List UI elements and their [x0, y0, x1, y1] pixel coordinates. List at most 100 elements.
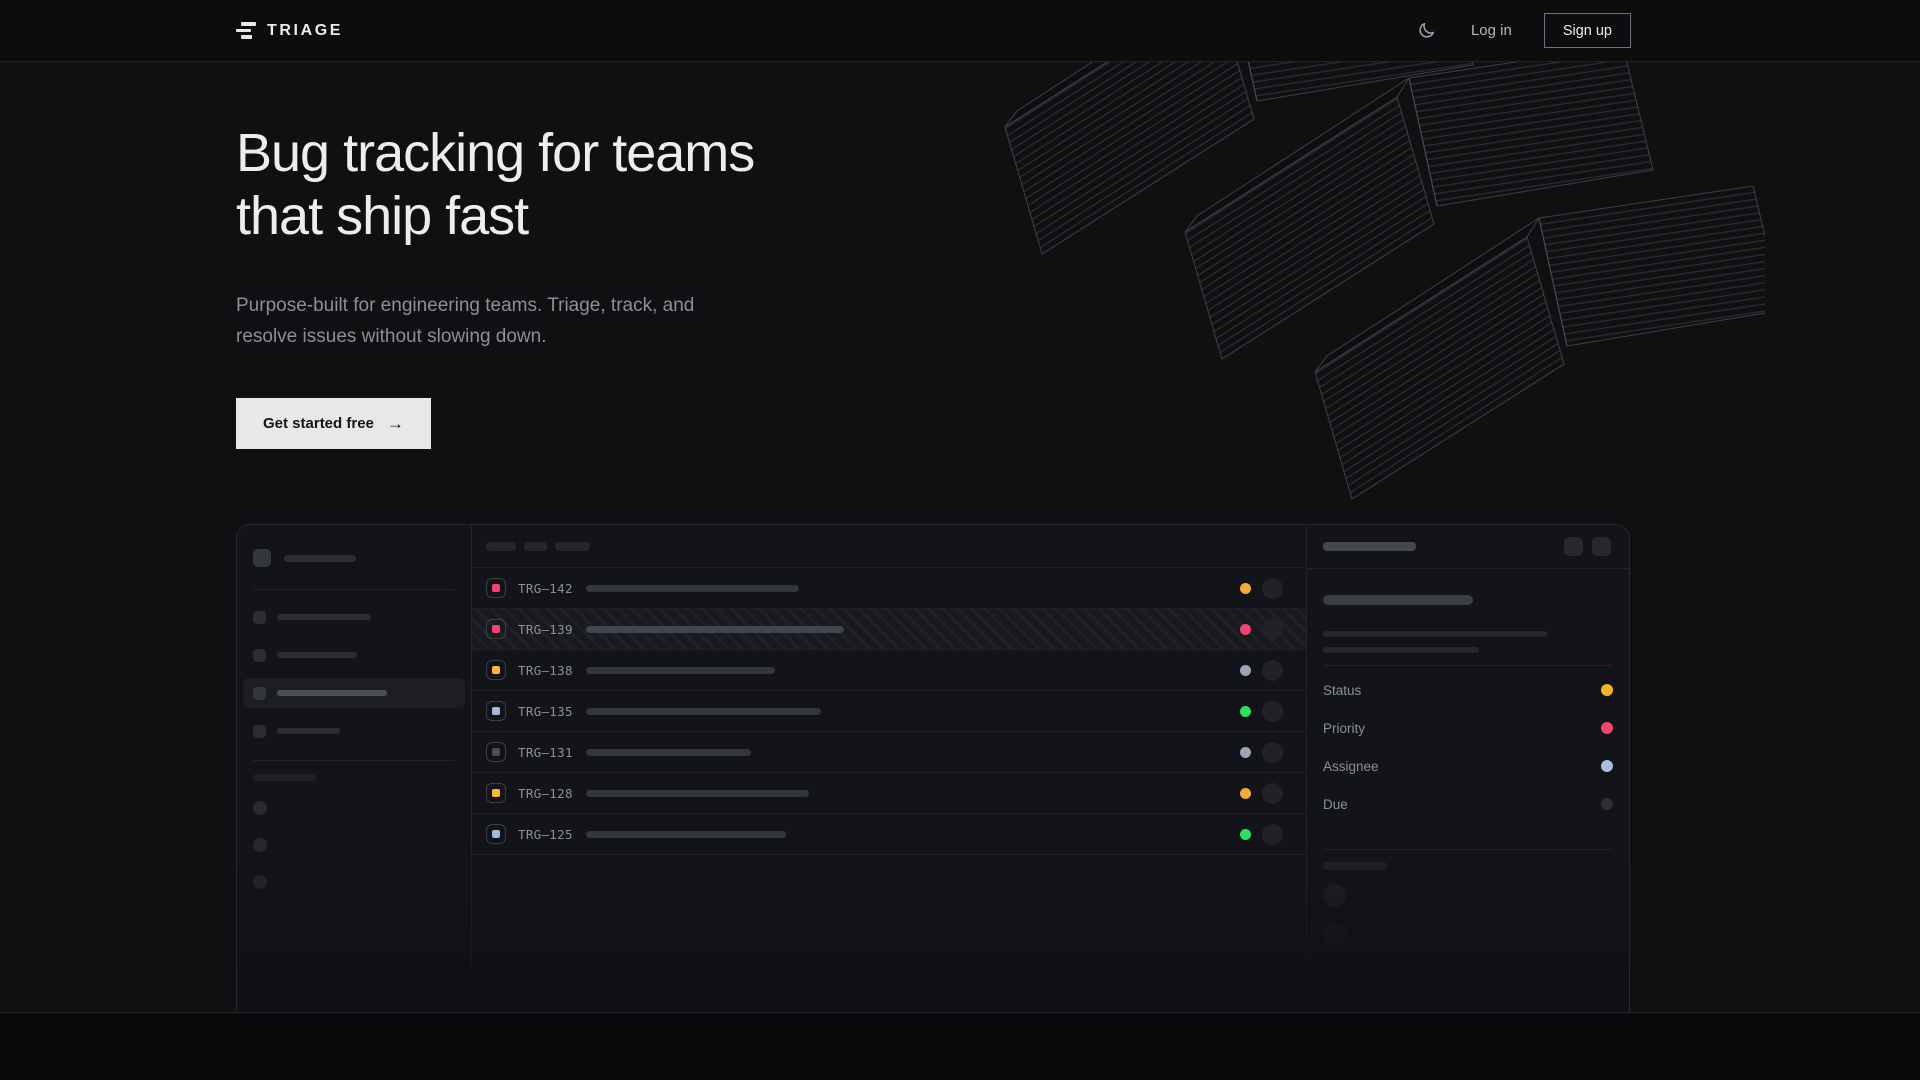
- field-label: Due: [1323, 797, 1348, 812]
- sidebar-divider: [253, 589, 455, 590]
- detail-field-row: Assignee: [1323, 747, 1613, 785]
- sidebar-nav-item: [243, 602, 465, 632]
- detail-action-button-placeholder: [1564, 537, 1583, 556]
- sidebar-nav-item: [243, 716, 465, 746]
- workspace-icon: [253, 549, 271, 567]
- activity-section-placeholder: [1323, 862, 1387, 870]
- logo-icon: [236, 22, 256, 39]
- sidebar-section-placeholder: [253, 774, 316, 781]
- issue-status-dot: [1240, 624, 1251, 635]
- arrow-right-icon: →: [387, 414, 404, 434]
- detail-action-button-placeholder: [1592, 537, 1611, 556]
- detail-divider: [1323, 665, 1613, 666]
- nav-item-label-placeholder: [277, 728, 340, 734]
- nav-item-label-placeholder: [277, 690, 387, 696]
- login-link[interactable]: Log in: [1471, 22, 1512, 39]
- issue-checkbox-chip: [486, 824, 506, 844]
- sidebar-nav-item-active: [243, 678, 465, 708]
- field-value-dot: [1601, 684, 1613, 696]
- filter-pill-placeholder: [524, 542, 547, 551]
- issue-row: TRG–125: [472, 814, 1306, 855]
- detail-fields: Status Priority Assignee Due: [1323, 671, 1613, 823]
- sidebar-nav-item: [243, 640, 465, 670]
- nav-item-icon: [253, 687, 266, 700]
- activity-avatar-placeholder: [1323, 884, 1346, 907]
- sidebar-dot: [253, 801, 267, 815]
- detail-text-placeholder: [1323, 631, 1547, 637]
- issue-row: TRG–131: [472, 732, 1306, 773]
- issue-assignee-avatar: [1262, 578, 1283, 599]
- issue-status-dot: [1240, 747, 1251, 758]
- detail-field-row: Priority: [1323, 709, 1613, 747]
- issue-assignee-avatar: [1262, 783, 1283, 804]
- issue-status-dot: [1240, 829, 1251, 840]
- issue-id: TRG–128: [518, 786, 574, 801]
- filter-pill-placeholder: [555, 542, 590, 551]
- issue-title-placeholder: [586, 831, 786, 838]
- issue-assignee-avatar: [1262, 742, 1283, 763]
- nav-item-icon: [253, 649, 266, 662]
- issue-checkbox-chip: [486, 619, 506, 639]
- issue-id: TRG–125: [518, 827, 574, 842]
- brand[interactable]: TRIAGE: [236, 22, 343, 40]
- detail-text-placeholder: [1323, 647, 1479, 653]
- get-started-button[interactable]: Get started free →: [236, 398, 431, 449]
- detail-field-row: Status: [1323, 671, 1613, 709]
- hero-title-line2: that ship fast: [236, 185, 754, 248]
- issue-checkbox-chip: [486, 701, 506, 721]
- nav-item-label-placeholder: [277, 652, 357, 658]
- hero-subtitle-line1: Purpose-built for engineering teams. Tri…: [236, 290, 694, 321]
- sidebar-dot: [253, 875, 267, 889]
- issue-assignee-avatar: [1262, 619, 1283, 640]
- issue-checkbox-chip: [486, 783, 506, 803]
- issue-row: TRG–142: [472, 568, 1306, 609]
- preview-detail-panel: Status Priority Assignee Due: [1307, 525, 1629, 1013]
- detail-body: Status Priority Assignee Due: [1307, 595, 1629, 946]
- issue-checkbox-chip: [486, 742, 506, 762]
- issue-assignee-avatar: [1262, 824, 1283, 845]
- issue-title-placeholder: [586, 585, 799, 592]
- list-header: [472, 525, 1306, 568]
- app-preview-card: TRG–142 TRG–139 TRG–138: [236, 524, 1630, 1013]
- issue-id: TRG–138: [518, 663, 574, 678]
- issue-status-dot: [1240, 665, 1251, 676]
- navbar: TRIAGE Log in Sign up: [0, 0, 1920, 62]
- issue-title-placeholder: [586, 790, 809, 797]
- detail-header: [1307, 525, 1629, 569]
- moon-icon: [1417, 21, 1436, 40]
- issue-assignee-avatar: [1262, 701, 1283, 722]
- hero-subtitle: Purpose-built for engineering teams. Tri…: [236, 290, 694, 352]
- hero-section: Bug tracking for teams that ship fast Pu…: [0, 62, 1920, 1013]
- detail-breadcrumb-placeholder: [1323, 542, 1416, 551]
- issue-row: TRG–128: [472, 773, 1306, 814]
- issue-title-placeholder: [586, 749, 751, 756]
- activity-avatar-placeholder: [1323, 923, 1346, 946]
- issue-checkbox-chip: [486, 578, 506, 598]
- field-value-dot: [1601, 722, 1613, 734]
- field-value-dot: [1601, 798, 1613, 810]
- issue-id: TRG–139: [518, 622, 574, 637]
- theme-toggle-button[interactable]: [1415, 19, 1439, 43]
- footer: [0, 1013, 1920, 1080]
- detail-title-placeholder: [1323, 595, 1473, 605]
- detail-actions: [1564, 537, 1611, 556]
- preview-issue-list: TRG–142 TRG–139 TRG–138: [471, 525, 1307, 1013]
- field-value-dot: [1601, 760, 1613, 772]
- sidebar-divider: [253, 760, 455, 761]
- sidebar-nav: [253, 602, 455, 746]
- issue-title-placeholder: [586, 626, 844, 633]
- issue-id: TRG–142: [518, 581, 574, 596]
- issue-title-placeholder: [586, 667, 775, 674]
- issue-id: TRG–135: [518, 704, 574, 719]
- field-label: Status: [1323, 683, 1361, 698]
- issue-row: TRG–135: [472, 691, 1306, 732]
- detail-divider: [1323, 849, 1613, 850]
- field-label: Priority: [1323, 721, 1365, 736]
- hero-subtitle-line2: resolve issues without slowing down.: [236, 321, 694, 352]
- signup-button[interactable]: Sign up: [1544, 13, 1631, 48]
- hero-title-line1: Bug tracking for teams: [236, 122, 754, 185]
- nav-item-icon: [253, 725, 266, 738]
- get-started-label: Get started free: [263, 415, 374, 432]
- nav-item-label-placeholder: [277, 614, 371, 620]
- issue-checkbox-chip: [486, 660, 506, 680]
